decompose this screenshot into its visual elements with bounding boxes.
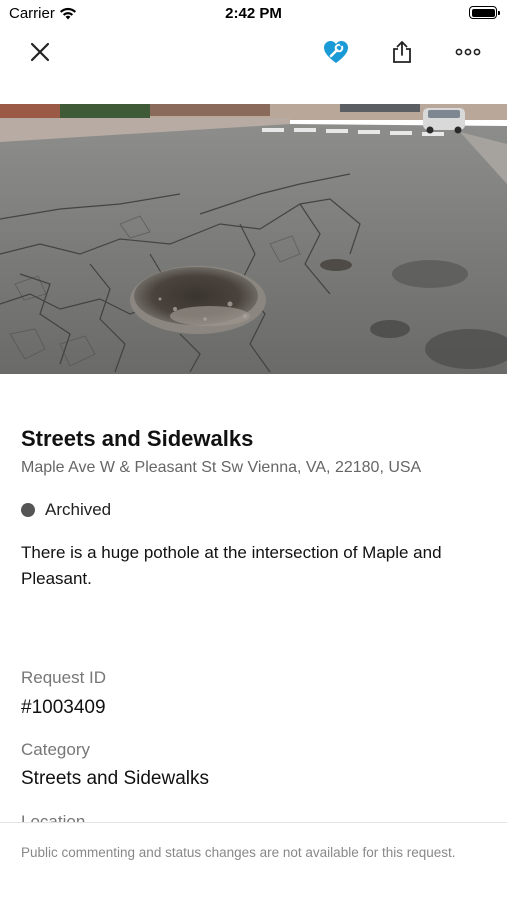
request-photo[interactable] — [0, 104, 507, 374]
request-address[interactable]: Maple Ave W & Pleasant St Sw Vienna, VA,… — [21, 459, 421, 477]
footer-notice-text: Public commenting and status changes are… — [21, 845, 456, 860]
request-id-label: Request ID — [21, 668, 107, 687]
battery-icon — [469, 6, 500, 19]
request-title: Streets and Sidewalks — [21, 426, 254, 451]
close-icon — [30, 42, 50, 62]
status-label: Archived — [45, 500, 112, 519]
more-button[interactable] — [450, 34, 486, 70]
request-id-value: #1003409 — [21, 697, 106, 718]
request-description: There is a huge pothole at the intersect… — [21, 543, 442, 588]
follow-button[interactable] — [318, 34, 354, 70]
close-button[interactable] — [22, 34, 58, 70]
share-button[interactable] — [384, 34, 420, 70]
status-dot-icon — [21, 503, 35, 517]
status-badge: Archived — [21, 500, 111, 520]
share-icon — [393, 41, 411, 63]
category-label: Category — [21, 740, 90, 759]
status-time: 2:42 PM — [225, 5, 282, 22]
nav-bar — [0, 28, 507, 76]
status-bar: Carrier 2:42 PM — [0, 0, 507, 28]
category-value: Streets and Sidewalks — [21, 768, 209, 789]
footer-notice: Public commenting and status changes are… — [0, 822, 507, 900]
more-icon — [455, 48, 481, 56]
heart-wrench-icon — [324, 41, 348, 63]
